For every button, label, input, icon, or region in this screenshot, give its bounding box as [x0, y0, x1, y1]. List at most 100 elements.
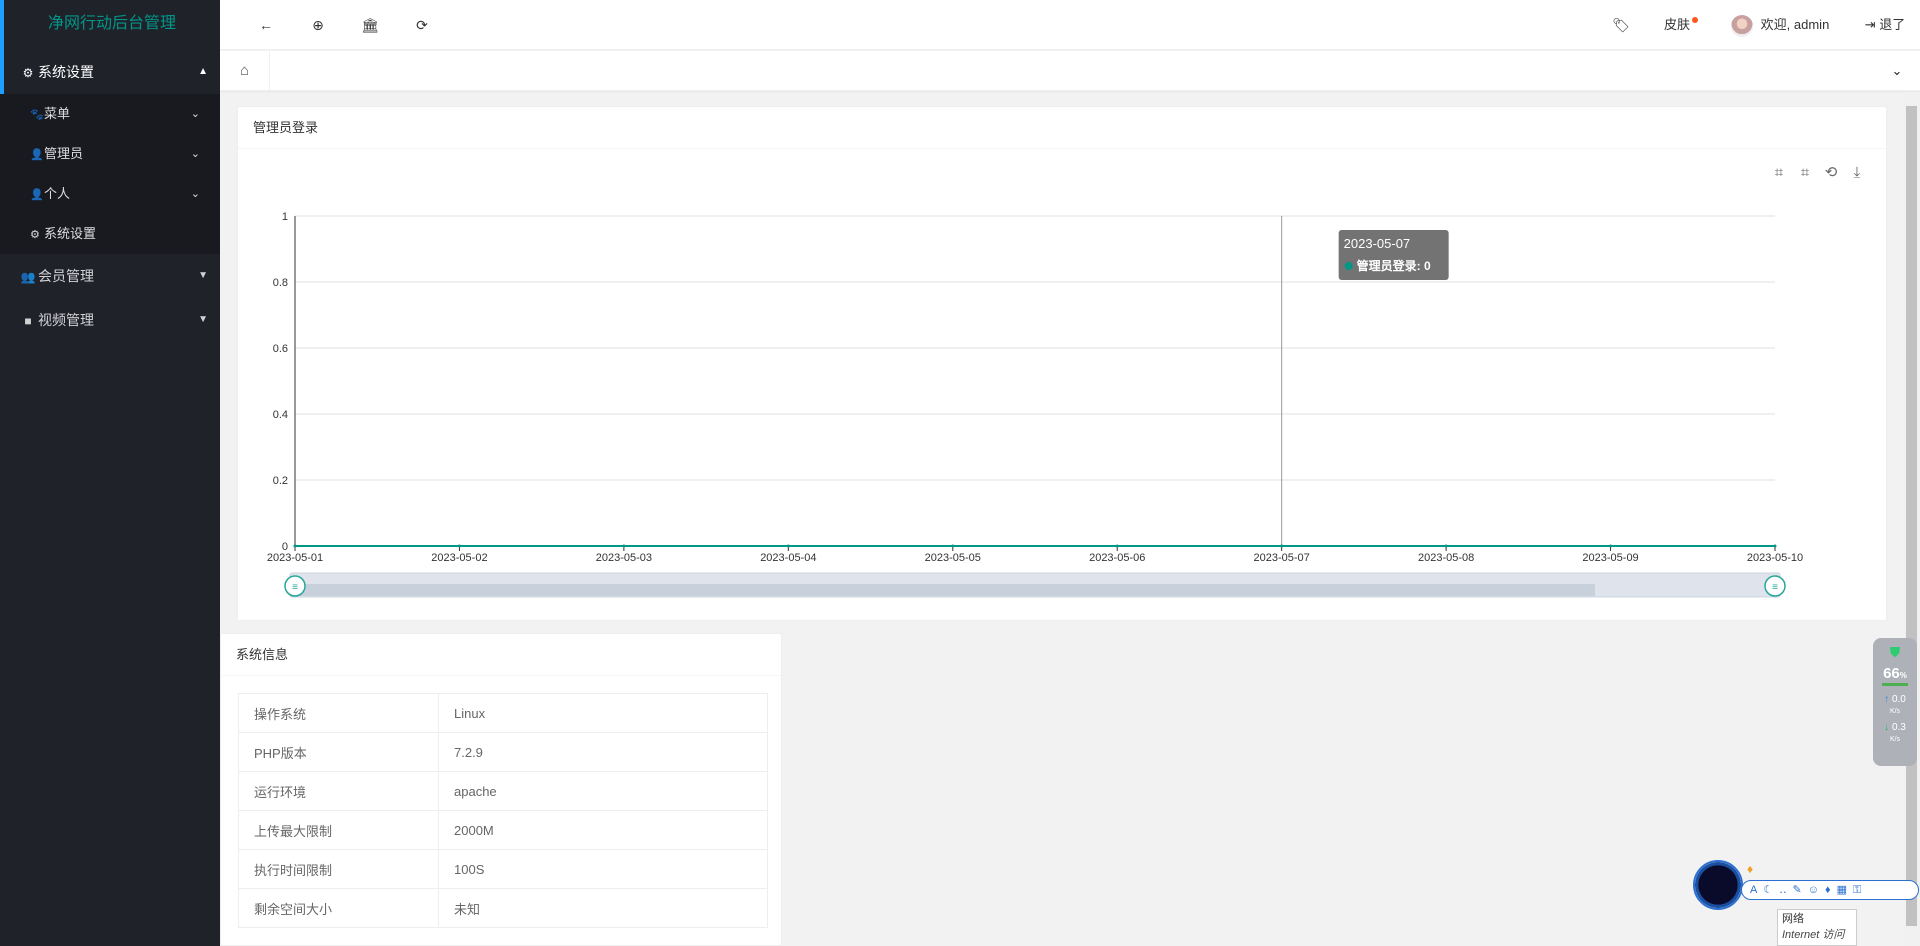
logout-button[interactable]: ⇥ 退了: [1855, 0, 1915, 50]
app-logo-title[interactable]: 净网行动后台管理: [0, 0, 220, 50]
info-key: 操作系统: [238, 693, 439, 733]
memory-percent: 66%: [1883, 665, 1907, 682]
assistant-tooltip: 网络 Internet 访问: [1777, 909, 1857, 946]
data-point: [293, 544, 297, 548]
line-chart[interactable]: 00.20.40.60.812023-05-01 2023-05-02 2023-0…: [238, 150, 1888, 620]
users-icon: 👥: [20, 270, 36, 284]
skin-button[interactable]: 皮肤: [1650, 0, 1710, 50]
zoom-slider-shadow: [295, 584, 1595, 596]
bank-icon[interactable]: 🏛: [350, 0, 390, 50]
caret-down-icon: ▼: [198, 314, 208, 325]
refresh-icon[interactable]: ⟳: [402, 0, 442, 50]
user-menu[interactable]: 欢迎, admin: [1720, 0, 1840, 50]
tooltip-line-1: 网络: [1782, 913, 1804, 925]
user-icon: 👤: [30, 149, 44, 161]
chevron-down-icon: ⌄: [190, 188, 200, 200]
video-icon: ■: [24, 314, 32, 328]
sidebar-item-label: 管理员: [44, 146, 84, 161]
assistant-orb[interactable]: [1693, 860, 1743, 910]
info-value: 未知: [438, 888, 768, 928]
table-row: 操作系统 Linux: [238, 693, 768, 733]
table-row: 上传最大限制 2000M: [238, 810, 768, 850]
vertical-scrollbar[interactable]: [1903, 92, 1920, 946]
zoom-handle-grip-icon: ≡: [1772, 582, 1778, 593]
y-tick-label: 0.4: [273, 409, 288, 421]
data-point: [1444, 544, 1448, 548]
info-value: apache: [438, 771, 768, 811]
menu-video-label: 视频管理: [38, 312, 94, 328]
tooltip-series: 管理员登录: 0: [1357, 258, 1431, 273]
home-tab-icon[interactable]: ⌂: [220, 51, 270, 91]
chevron-down-icon: ⌄: [190, 148, 200, 160]
table-row: 执行时间限制 100S: [238, 849, 768, 889]
tabs-dropdown-icon[interactable]: ⌄: [1882, 51, 1912, 91]
sidebar-item-label: 菜单: [44, 106, 71, 121]
y-tick-label: 1: [282, 211, 288, 223]
sidebar: 净网行动后台管理 ⚙ 系统设置 ▲ 🐾菜单 ⌄ 👤管理员 ⌄ 👤个人 ⌄ ⚙ 系…: [0, 0, 220, 946]
data-point: [1280, 544, 1284, 548]
gear-icon: ⚙: [30, 229, 40, 241]
back-icon[interactable]: ←: [246, 0, 286, 50]
system-info-card: 系统信息 操作系统 Linux PHP版本 7.2.9 运行环境 apache 上传最大限制…: [220, 633, 782, 946]
network-monitor-widget[interactable]: ⛊ 66% ↑ 0.0 K/s ↓ 0.3 K/s: [1873, 638, 1917, 766]
paw-icon: 🐾: [30, 109, 44, 121]
avatar: [1730, 14, 1753, 37]
help-icon[interactable]: ⊕: [298, 0, 338, 50]
info-value: 7.2.9: [438, 732, 768, 772]
y-tick-label: 0.6: [273, 343, 288, 355]
assistant-toolbar[interactable]: A☾‥✎☺♦▦⚿: [1741, 880, 1919, 900]
sidebar-item-label: 系统设置: [44, 226, 97, 241]
x-tick-label: 2023-05-04: [760, 552, 816, 564]
menu-member-management[interactable]: 👥 会员管理 ▼: [0, 254, 220, 298]
app-root: 净网行动后台管理 ⚙ 系统设置 ▲ 🐾菜单 ⌄ 👤管理员 ⌄ 👤个人 ⌄ ⚙ 系…: [0, 0, 1920, 946]
info-value: 2000M: [438, 810, 768, 850]
info-key: 剩余空间大小: [238, 888, 439, 928]
assistant-widget: ♦ A☾‥✎☺♦▦⚿ 网络 Internet 访问: [1693, 860, 1920, 946]
x-tick-label: 2023-05-06: [1089, 552, 1145, 564]
x-tick-label: 2023-05-02: [431, 552, 487, 564]
table-row: 运行环境 apache: [238, 771, 768, 811]
gear-icon: ⚙: [22, 66, 34, 80]
tooltip-line-2: Internet 访问: [1782, 929, 1845, 941]
tag-icon[interactable]: 🏷: [1601, 0, 1641, 50]
gem-icon[interactable]: ♦: [1747, 862, 1753, 876]
menu-video-management[interactable]: ■ 视频管理 ▼: [0, 298, 220, 342]
y-tick-label: 0.2: [273, 475, 288, 487]
x-tick-label: 2023-05-07: [1254, 552, 1310, 564]
memory-bar: [1882, 683, 1908, 686]
info-key: PHP版本: [238, 732, 439, 772]
table-row: PHP版本 7.2.9: [238, 732, 768, 772]
upload-speed: ↑ 0.0 K/s: [1884, 694, 1906, 715]
notification-dot: [1692, 17, 1698, 23]
system-info-title: 系统信息: [221, 634, 781, 676]
data-point: [622, 544, 626, 548]
info-value: Linux: [438, 693, 768, 733]
top-header: ← ⊕ 🏛 ⟳ 🏷 皮肤 欢迎, admin ⇥ 退了: [220, 0, 1920, 50]
info-key: 上传最大限制: [238, 810, 439, 850]
info-key: 执行时间限制: [238, 849, 439, 889]
submenu-system: 🐾菜单 ⌄ 👤管理员 ⌄ 👤个人 ⌄ ⚙ 系统设置: [0, 94, 220, 254]
info-value: 100S: [438, 849, 768, 889]
zoom-handle-grip-icon: ≡: [292, 582, 298, 593]
data-point: [1115, 544, 1119, 548]
sidebar-item-personal[interactable]: 👤个人 ⌄: [0, 174, 220, 214]
data-point: [1609, 544, 1613, 548]
sidebar-item-system-settings[interactable]: ⚙ 系统设置: [0, 214, 220, 254]
system-info-table: 操作系统 Linux PHP版本 7.2.9 运行环境 apache 上传最大限制 2000M…: [238, 693, 768, 928]
sidebar-item-admin[interactable]: 👤管理员 ⌄: [0, 134, 220, 174]
tooltip-series-marker: [1344, 262, 1353, 270]
chart-card-title: 管理员登录: [238, 107, 1886, 149]
scrollbar-thumb[interactable]: [1906, 106, 1917, 926]
main-content: 管理员登录 ⌗ ⌗ ⟲ ⤓ 0 0.2 0.4 0.6 0.8 1 2023-05-01 2023-…: [220, 92, 1900, 946]
sidebar-item-menu[interactable]: 🐾菜单 ⌄: [0, 94, 220, 134]
y-tick-label: 0.8: [273, 277, 288, 289]
menu-member-label: 会员管理: [38, 268, 94, 284]
table-row: 剩余空间大小 未知: [238, 888, 768, 928]
skin-label: 皮肤: [1663, 17, 1690, 32]
chevron-down-icon: ⌄: [190, 108, 200, 120]
info-key: 运行环境: [238, 771, 439, 811]
menu-system-settings[interactable]: ⚙ 系统设置 ▲: [0, 50, 220, 94]
shield-check-icon: ⛊: [1889, 644, 1901, 660]
sidebar-item-label: 个人: [44, 186, 71, 201]
caret-up-icon: ▲: [198, 66, 208, 77]
